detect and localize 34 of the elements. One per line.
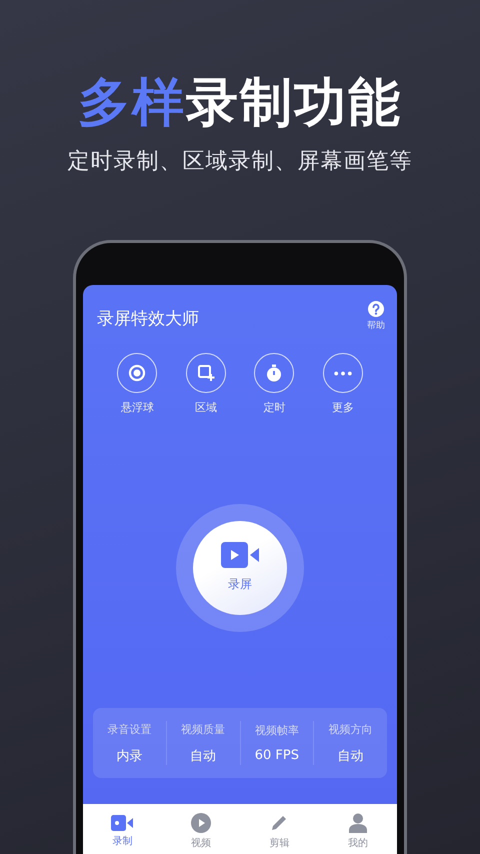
app-title: 录屏特效大师: [97, 308, 199, 330]
nav-tab[interactable]: 我的: [318, 804, 397, 854]
play-icon: [190, 812, 211, 832]
setting-value: 自动: [338, 748, 364, 764]
setting-value: 自动: [190, 748, 216, 764]
setting-label: 视频方向: [328, 722, 373, 736]
nav-tab[interactable]: 录制: [83, 804, 162, 854]
more-icon: [334, 370, 352, 376]
tool-button[interactable]: [254, 353, 294, 393]
tool-label: 区域: [194, 400, 217, 415]
help-button[interactable]: 帮助: [367, 301, 385, 332]
setting-value: 内录: [116, 748, 142, 764]
nav-tab[interactable]: 视频: [162, 804, 240, 854]
headline-text: 录制功能: [186, 72, 402, 135]
target-icon: [127, 363, 148, 383]
square-plus-icon: [196, 363, 216, 383]
setting-label: 视频帧率: [254, 723, 299, 738]
headline-accent: 多样: [78, 72, 186, 135]
person-icon: [348, 812, 368, 832]
tool-label: 悬浮球: [120, 400, 154, 415]
video-camera-icon: [221, 542, 259, 568]
tool-button[interactable]: [186, 353, 226, 393]
tool-button[interactable]: [322, 353, 363, 393]
video-camera-icon: [111, 814, 134, 830]
setting-label: 视频质量: [181, 722, 226, 736]
subtitle: 定时录制、区域录制、屏幕画笔等: [68, 148, 412, 176]
setting-value: 60 FPS: [254, 748, 299, 763]
help-icon: [368, 301, 384, 317]
tool-label: 定时: [263, 400, 286, 415]
tool-label: 更多: [332, 400, 354, 415]
record-button[interactable]: 录屏: [193, 520, 287, 614]
setting-label: 录音设置: [107, 722, 152, 736]
nav-tab[interactable]: 剪辑: [240, 804, 318, 854]
tool-button[interactable]: [117, 353, 158, 393]
